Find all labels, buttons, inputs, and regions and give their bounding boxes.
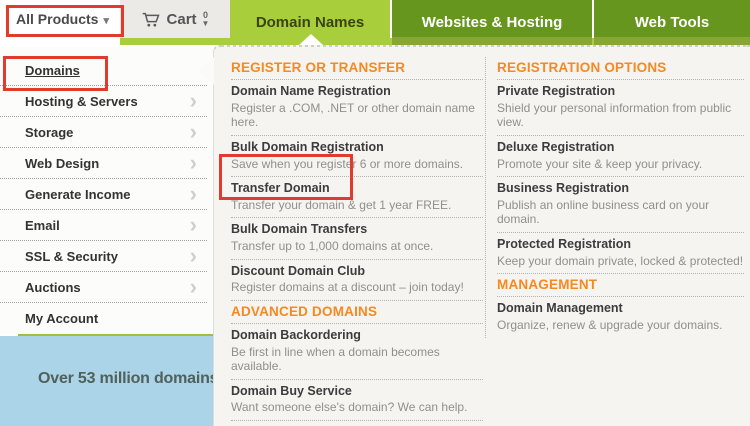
menu-item-link[interactable]: Domain Management <box>497 301 744 317</box>
menu-section-header-registration-options: REGISTRATION OPTIONS <box>497 57 744 80</box>
sidebar-item-email[interactable]: Email › <box>0 210 207 241</box>
menu-item-description: Transfer your domain & get 1 year FREE. <box>231 198 483 213</box>
sidebar-item-label: My Account <box>25 311 98 326</box>
category-sidebar: DomainsHosting & Servers›Storage›Web Des… <box>0 47 213 334</box>
promo-banner[interactable]: Over 53 million domains regi <box>0 336 213 426</box>
menu-column-1: REGISTER OR TRANSFERDomain Name Registra… <box>231 57 483 426</box>
menu-item-description: Shield your personal information from pu… <box>497 101 744 130</box>
menu-item-business-registration: Business RegistrationPublish an online b… <box>497 177 744 233</box>
panel-notch-left <box>199 57 214 85</box>
menu-item-domain-management: Domain ManagementOrganize, renew & upgra… <box>497 297 744 337</box>
chevron-right-icon: › <box>190 276 197 298</box>
sidebar-item-label: SSL & Security <box>25 249 118 264</box>
chevron-right-icon: › <box>190 245 197 267</box>
tab-web-tools[interactable]: Web Tools <box>594 0 750 45</box>
menu-item-protected-registration: Protected RegistrationKeep your domain p… <box>497 233 744 274</box>
menu-item-description: Publish an online business card on your … <box>497 198 744 227</box>
sidebar-item-label: Web Design <box>25 156 99 171</box>
menu-item-deluxe-registration: Deluxe RegistrationPromote your site & k… <box>497 136 744 177</box>
cart-button[interactable]: Cart 0 ▼ <box>120 0 230 38</box>
menu-item-internationalized-domains-idn: Internationalized Domains (IDN)Register … <box>231 421 483 426</box>
menu-item-link[interactable]: Domain Name Registration <box>231 84 483 100</box>
menu-item-description: Be first in line when a domain becomes a… <box>231 345 483 374</box>
chevron-down-icon: ▾ <box>103 15 109 27</box>
menu-item-link[interactable]: Bulk Domain Registration <box>231 140 483 156</box>
menu-item-discount-domain-club: Discount Domain ClubRegister domains at … <box>231 260 483 301</box>
sidebar-item-generate-income[interactable]: Generate Income › <box>0 179 207 210</box>
godaddy-mega-menu-screen: Over 53 million domains regi Domains Host… <box>0 0 750 426</box>
menu-item-link[interactable]: Domain Buy Service <box>231 384 483 400</box>
promo-banner-text: Over 53 million domains regi <box>38 370 213 388</box>
menu-item-description: Organize, renew & upgrade your domains. <box>497 318 744 333</box>
panel-notch-up <box>299 34 323 45</box>
chevron-right-icon: › <box>190 121 197 143</box>
chevron-down-icon: ▼ <box>202 20 210 28</box>
chevron-right-icon: › <box>190 152 197 174</box>
menu-item-description: Keep your domain private, locked & prote… <box>497 254 744 269</box>
chevron-right-icon: › <box>190 183 197 205</box>
menu-item-link[interactable]: Business Registration <box>497 181 744 197</box>
cart-icon <box>141 11 161 28</box>
menu-item-domain-backordering: Domain BackorderingBe first in line when… <box>231 324 483 380</box>
menu-item-description: Promote your site & keep your privacy. <box>497 157 744 172</box>
menu-item-description: Save when you register 6 or more domains… <box>231 157 483 172</box>
cart-label: Cart <box>167 11 197 28</box>
menu-item-link[interactable]: Bulk Domain Transfers <box>231 222 483 238</box>
cart-control: 0 ▼ <box>202 11 210 28</box>
menu-item-description: Transfer up to 1,000 domains at once. <box>231 239 483 254</box>
menu-item-transfer-domain: Transfer DomainTransfer your domain & ge… <box>231 177 483 218</box>
menu-section-header-register-or-transfer: REGISTER OR TRANSFER <box>231 57 483 80</box>
chevron-right-icon: › <box>190 90 197 112</box>
sidebar-item-ssl-security[interactable]: SSL & Security › <box>0 241 207 272</box>
menu-item-bulk-domain-transfers: Bulk Domain TransfersTransfer up to 1,00… <box>231 218 483 259</box>
mega-panel-columns: REGISTER OR TRANSFERDomain Name Registra… <box>231 57 744 426</box>
menu-item-domain-name-registration: Domain Name RegistrationRegister a .COM,… <box>231 80 483 136</box>
menu-column-2: REGISTRATION OPTIONSPrivate Registration… <box>485 57 744 338</box>
sidebar-item-auctions[interactable]: Auctions › <box>0 272 207 303</box>
menu-item-domain-buy-service: Domain Buy ServiceWant someone else's do… <box>231 380 483 421</box>
menu-item-link[interactable]: Protected Registration <box>497 237 744 253</box>
chevron-right-icon: › <box>190 214 197 236</box>
sidebar-item-label: Hosting & Servers <box>25 94 138 109</box>
top-navigation-bar: All Products▾ Cart 0 ▼ Domain NamesWebsi… <box>0 0 750 45</box>
sidebar-item-label: Domains <box>25 63 80 78</box>
sidebar-item-label: Generate Income <box>25 187 131 202</box>
sidebar-item-my-account[interactable]: My Account <box>0 303 207 333</box>
menu-item-link[interactable]: Deluxe Registration <box>497 140 744 156</box>
menu-section-header-management: MANAGEMENT <box>497 274 744 297</box>
sidebar-item-hosting-servers[interactable]: Hosting & Servers › <box>0 86 207 117</box>
menu-item-description: Register domains at a discount – join to… <box>231 280 483 295</box>
menu-item-link[interactable]: Discount Domain Club <box>231 264 483 280</box>
tab-websites-hosting[interactable]: Websites & Hosting <box>392 0 592 45</box>
sidebar-item-label: Storage <box>25 125 73 140</box>
sidebar-item-label: Auctions <box>25 280 81 295</box>
menu-item-bulk-domain-registration: Bulk Domain RegistrationSave when you re… <box>231 136 483 177</box>
all-products-label: All Products <box>16 11 98 27</box>
menu-item-link[interactable]: Transfer Domain <box>231 181 483 197</box>
menu-item-link[interactable]: Domain Backordering <box>231 328 483 344</box>
sidebar-item-label: Email <box>25 218 60 233</box>
menu-item-description: Register a .COM, .NET or other domain na… <box>231 101 483 130</box>
sidebar-item-domains[interactable]: Domains <box>0 55 207 86</box>
menu-item-private-registration: Private RegistrationShield your personal… <box>497 80 744 136</box>
all-products-dropdown[interactable]: All Products ▾ <box>16 11 109 27</box>
menu-item-description: Want someone else's domain? We can help. <box>231 400 483 415</box>
sidebar-item-web-design[interactable]: Web Design › <box>0 148 207 179</box>
menu-item-link[interactable]: Private Registration <box>497 84 744 100</box>
domains-mega-panel: REGISTER OR TRANSFERDomain Name Registra… <box>213 44 750 426</box>
menu-section-header-advanced-domains: ADVANCED DOMAINS <box>231 301 483 324</box>
sidebar-item-storage[interactable]: Storage › <box>0 117 207 148</box>
